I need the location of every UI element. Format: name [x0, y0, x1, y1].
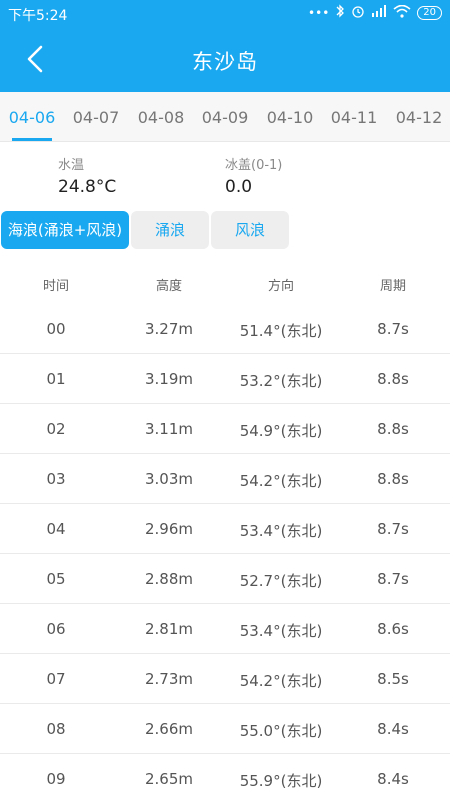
status-icons: ••• 20	[308, 4, 442, 21]
table-header: 时间 高度 方向 周期	[0, 262, 450, 304]
date-tab-6[interactable]: 04-12	[387, 108, 450, 127]
header-period: 周期	[379, 279, 406, 294]
cell-direction: 52.7°(东北)	[239, 572, 323, 590]
cell-height: 3.19m	[144, 370, 193, 388]
header-height: 高度	[155, 279, 182, 294]
cell-period: 8.6s	[377, 620, 409, 638]
table-row: 05 2.88m 52.7°(东北) 8.7s	[0, 554, 450, 604]
table-row: 02 3.11m 54.9°(东北) 8.8s	[0, 404, 450, 454]
cell-period: 8.7s	[377, 570, 409, 588]
cell-height: 2.73m	[144, 670, 193, 688]
alarm-icon	[351, 4, 365, 21]
cell-time: 08	[46, 720, 66, 738]
cell-period: 8.8s	[377, 420, 409, 438]
water-temp-value: 24.8°C	[58, 177, 117, 197]
cell-time: 02	[46, 420, 66, 438]
table-row: 01 3.19m 53.2°(东北) 8.8s	[0, 354, 450, 404]
battery-icon: 20	[417, 5, 442, 20]
water-temp-label: 水温	[58, 158, 85, 173]
table-row: 09 2.65m 55.9°(东北) 8.4s	[0, 754, 450, 804]
cell-period: 8.7s	[377, 520, 409, 538]
cell-time: 04	[46, 520, 66, 538]
date-tab-bar: 04-06 04-07 04-08 04-09 04-10 04-11 04-1…	[0, 92, 450, 142]
table-row: 04 2.96m 53.4°(东北) 8.7s	[0, 504, 450, 554]
date-tab-1[interactable]: 04-07	[64, 108, 128, 127]
ice-cover-block: 冰盖(0-1) 0.0	[225, 154, 282, 197]
cell-period: 8.4s	[377, 770, 409, 788]
cell-time: 05	[46, 570, 66, 588]
date-tab-0[interactable]: 04-06	[0, 108, 64, 127]
cell-height: 3.03m	[144, 470, 193, 488]
cell-time: 00	[46, 320, 66, 338]
status-bar: 下午5:24 ••• 20	[0, 0, 450, 28]
cell-direction: 55.0°(东北)	[239, 722, 323, 740]
more-dots-icon: •••	[308, 5, 330, 20]
cell-height: 3.27m	[144, 320, 193, 338]
date-tab-2[interactable]: 04-08	[129, 108, 193, 127]
tab-swell[interactable]: 涌浪	[131, 211, 209, 249]
cell-period: 8.4s	[377, 720, 409, 738]
table-row: 07 2.73m 54.2°(东北) 8.5s	[0, 654, 450, 704]
date-tab-3[interactable]: 04-09	[193, 108, 257, 127]
cell-height: 2.65m	[144, 770, 193, 788]
tab-combined-wave[interactable]: 海浪(涌浪+风浪)	[1, 211, 129, 249]
wifi-icon	[393, 4, 411, 21]
cell-direction: 54.9°(东北)	[239, 422, 323, 440]
page-title: 东沙岛	[192, 50, 258, 74]
cell-direction: 54.2°(东北)	[239, 472, 323, 490]
table-row: 03 3.03m 54.2°(东北) 8.8s	[0, 454, 450, 504]
cell-direction: 53.4°(东北)	[239, 622, 323, 640]
cell-height: 2.88m	[144, 570, 193, 588]
bluetooth-icon	[335, 4, 345, 21]
cell-direction: 53.4°(东北)	[239, 522, 323, 540]
ice-cover-value: 0.0	[225, 177, 253, 197]
cell-time: 06	[46, 620, 66, 638]
table-row: 08 2.66m 55.0°(东北) 8.4s	[0, 704, 450, 754]
header-time: 时间	[42, 279, 69, 294]
active-tab-indicator	[12, 138, 52, 141]
header-direction: 方向	[267, 279, 294, 294]
signal-icon	[371, 5, 387, 20]
app-header: 下午5:24 ••• 20 东沙岛	[0, 0, 450, 92]
cell-period: 8.5s	[377, 670, 409, 688]
cell-time: 07	[46, 670, 66, 688]
cell-direction: 55.9°(东北)	[239, 772, 323, 790]
table-row: 00 3.27m 51.4°(东北) 8.7s	[0, 304, 450, 354]
date-tab-4[interactable]: 04-10	[258, 108, 322, 127]
cell-height: 2.96m	[144, 520, 193, 538]
cell-height: 3.11m	[144, 420, 193, 438]
cell-direction: 54.2°(东北)	[239, 672, 323, 690]
table-row: 06 2.81m 53.4°(东北) 8.6s	[0, 604, 450, 654]
wave-forecast-table: 时间 高度 方向 周期 00 3.27m 51.4°(东北) 8.7s 01 3…	[0, 262, 450, 804]
cell-time: 01	[46, 370, 66, 388]
cell-height: 2.81m	[144, 620, 193, 638]
date-tab-5[interactable]: 04-11	[322, 108, 386, 127]
cell-period: 8.7s	[377, 320, 409, 338]
cell-period: 8.8s	[377, 370, 409, 388]
cell-period: 8.8s	[377, 470, 409, 488]
cell-direction: 51.4°(东北)	[239, 322, 323, 340]
cell-time: 03	[46, 470, 66, 488]
ice-cover-label: 冰盖(0-1)	[225, 158, 283, 173]
cell-time: 09	[46, 770, 66, 788]
tab-wind-wave[interactable]: 风浪	[211, 211, 289, 249]
cell-direction: 53.2°(东北)	[239, 372, 323, 390]
cell-height: 2.66m	[144, 720, 193, 738]
water-temp-block: 水温 24.8°C	[58, 154, 116, 197]
status-time: 下午5:24	[8, 8, 68, 24]
